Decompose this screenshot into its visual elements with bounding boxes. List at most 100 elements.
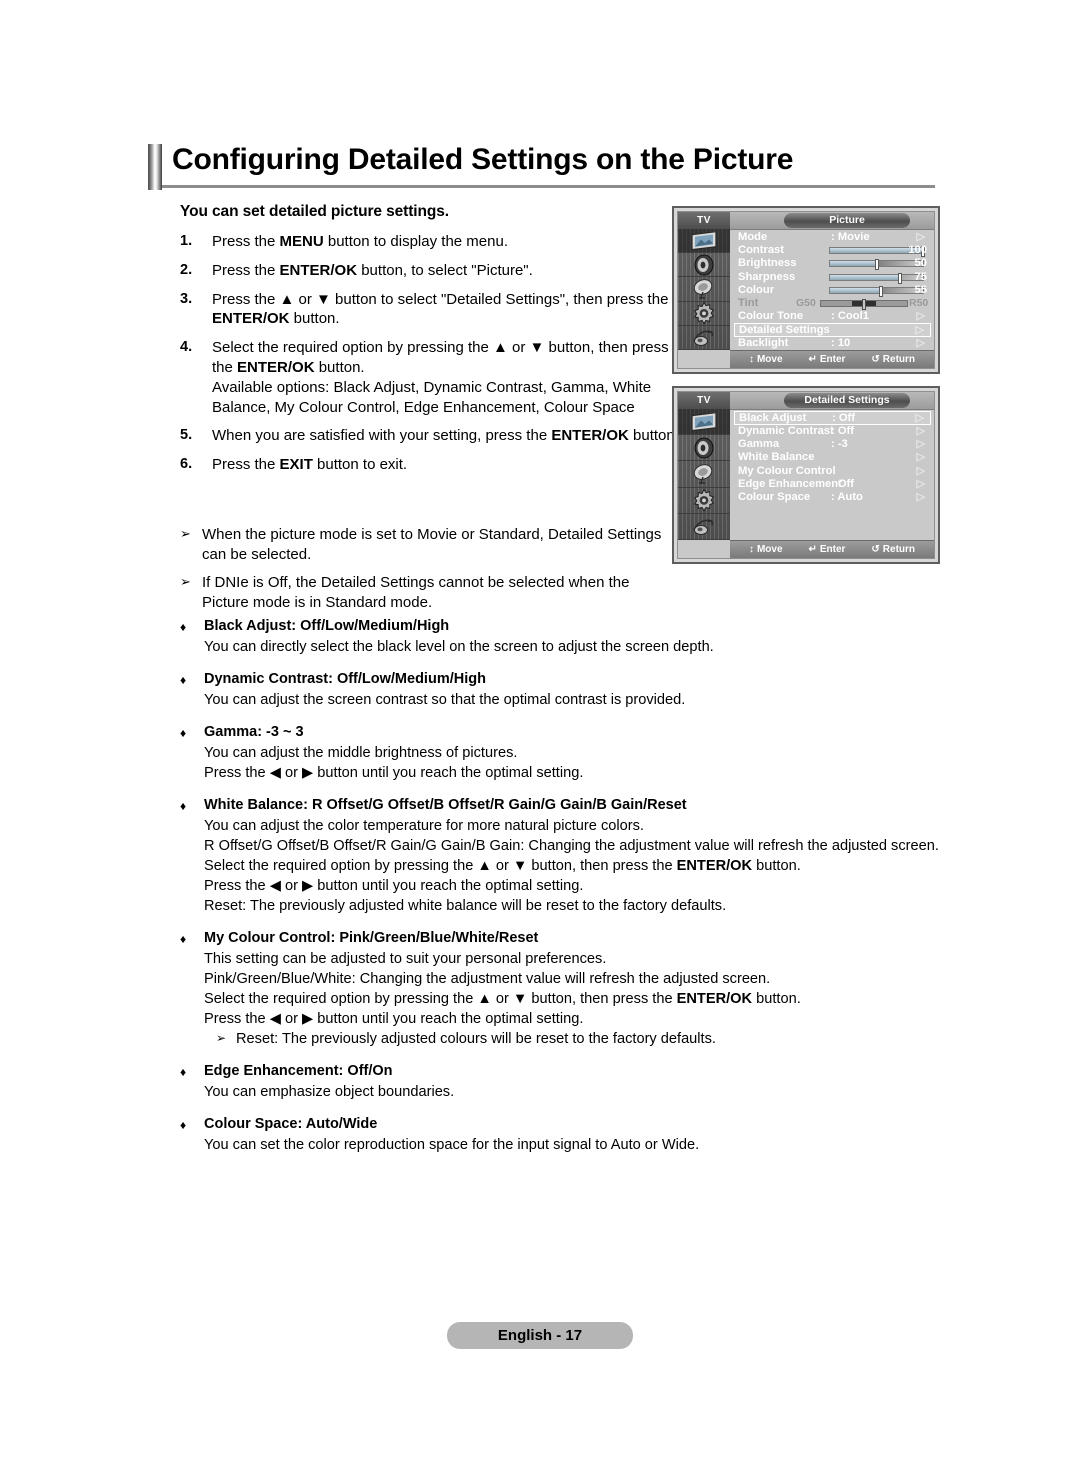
input-icon	[678, 326, 730, 350]
chevron-right-icon: ▷	[915, 324, 924, 337]
option-heading: ♦ Dynamic Contrast: Off/Low/Medium/High	[180, 671, 940, 689]
note-text: If DNIe is Off, the Detailed Settings ca…	[202, 574, 630, 611]
osd-row-label: Dynamic Contrast	[738, 425, 834, 437]
osd-menu-rows: Mode: Movie ▷ Contrast 100 Brightness 50 Sharp…	[734, 231, 931, 364]
osd-menu-row: Detailed Settings ▷	[734, 323, 931, 338]
option-block: ♦ Black Adjust: Off/Low/Medium/High You ca…	[180, 618, 940, 658]
option-heading: ♦ My Colour Control: Pink/Green/Blue/Whit…	[180, 930, 940, 948]
note-item: ➢ When the picture mode is set to Movie o…	[180, 525, 680, 564]
note-arrow-icon: ➢	[216, 1030, 227, 1045]
note-text: When the picture mode is set to Movie or…	[202, 526, 662, 563]
option-line: You can adjust the middle brightness of …	[204, 744, 518, 761]
osd-menu-row: Gamma: -3 ▷	[734, 438, 931, 451]
step-number: 3.	[180, 290, 193, 307]
option-line: R Offset/G Offset/B Offset/R Gain/G Gain…	[204, 837, 939, 854]
osd-menu-row: Contrast 100	[734, 244, 931, 258]
option-line: Pink/Green/Blue/White: Changing the adju…	[204, 970, 771, 987]
option-body: You can directly select the black level …	[204, 638, 940, 658]
option-line: You can adjust the screen contrast so th…	[204, 691, 686, 708]
option-subnote: ➢ Reset: The previously adjusted colours …	[216, 1030, 940, 1050]
osd-row-value: : 10	[831, 337, 851, 350]
osd-slider-value: 100	[908, 244, 927, 257]
intro-text: You can set detailed picture settings.	[180, 203, 449, 220]
osd-topbar: TV Detailed Settings	[678, 392, 934, 410]
osd-row-value: : Auto	[831, 490, 863, 503]
options-list: ♦ Black Adjust: Off/Low/Medium/High You ca…	[180, 618, 940, 1169]
chevron-right-icon: ▷	[916, 451, 925, 464]
return-glyph-icon: ↺	[871, 354, 880, 365]
option-heading-text: Gamma: -3 ~ 3	[204, 723, 304, 740]
step-number: 4.	[180, 339, 193, 356]
step-text: Press the MENU button to display the men…	[212, 233, 508, 250]
option-line: Press the ◀ or ▶ button until you reach …	[204, 764, 584, 781]
sound-icon	[678, 253, 730, 278]
osd-detailed-settings-screenshot: TV Detailed Settings Black Adjust: Off ▷ D…	[672, 386, 940, 564]
osd-hint-move: ↕ Move	[749, 544, 783, 555]
osd-hint-bar: ↕ Move ↵ Enter ↺ Return	[730, 540, 934, 558]
option-heading-text: Colour Space: Auto/Wide	[204, 1115, 378, 1132]
note-arrow-icon: ➢	[180, 574, 191, 589]
diamond-bullet-icon: ♦	[180, 1117, 187, 1132]
step-number: 1.	[180, 233, 193, 249]
channel-icon	[678, 461, 730, 488]
osd-picture-menu-screenshot: TV Picture Mode: Movie ▷ Contrast 100 Bright…	[672, 206, 940, 374]
option-body: You can emphasize object boundaries.	[204, 1083, 940, 1103]
osd-row-value: : Off	[831, 425, 854, 437]
option-line: You can directly select the black level …	[204, 639, 714, 655]
chevron-right-icon: ▷	[916, 231, 925, 243]
osd-slider	[829, 285, 924, 297]
osd-menu-title: Picture	[784, 213, 910, 228]
diamond-bullet-icon: ♦	[180, 798, 187, 813]
step-text: Press the ENTER/OK button, to select "Pi…	[212, 261, 533, 279]
chevron-right-icon: ▷	[915, 412, 924, 424]
step-item: 3. Press the ▲ or ▼ button to select "Det…	[180, 290, 680, 330]
osd-hint-label: Return	[882, 354, 916, 365]
option-heading: ♦ Edge Enhancement: Off/On	[180, 1063, 940, 1081]
osd-hint-label: Return	[882, 544, 916, 555]
osd-menu-row: Dynamic Contrast: Off ▷	[734, 425, 931, 438]
osd-menu-title: Detailed Settings	[784, 393, 910, 408]
step-item: 2. Press the ENTER/OK button, to select "…	[180, 261, 680, 281]
osd-menu-row: Backlight: 10 ▷	[734, 337, 931, 350]
step-text: Press the ▲ or ▼ button to select "Detai…	[212, 290, 669, 328]
option-body: You can adjust the screen contrast so th…	[204, 691, 940, 711]
osd-tv-label: TV	[678, 212, 730, 229]
diamond-bullet-icon: ♦	[180, 931, 187, 946]
osd-hint-label: Move	[756, 354, 783, 365]
title-accent-bar	[148, 144, 162, 190]
move-glyph-icon: ↕	[748, 544, 754, 555]
osd-menu-row: Brightness 50	[734, 257, 931, 271]
chevron-right-icon: ▷	[916, 477, 925, 490]
osd-hint-enter: ↵ Enter	[808, 544, 845, 555]
option-heading-text: Black Adjust: Off/Low/Medium/High	[204, 618, 450, 634]
option-body: You can adjust the color temperature for…	[204, 817, 940, 917]
chevron-right-icon: ▷	[916, 438, 925, 451]
osd-sidebar-icons	[678, 229, 730, 350]
osd-row-label: Colour	[738, 283, 775, 296]
chevron-right-icon: ▷	[916, 490, 925, 503]
option-block: ♦ My Colour Control: Pink/Green/Blue/Whit…	[180, 930, 940, 1050]
osd-slider-value: 75	[914, 270, 927, 283]
osd-row-label: Edge Enhancement	[738, 477, 842, 490]
step-number: 6.	[180, 456, 193, 473]
step-item: 1. Press the MENU button to display the m…	[180, 232, 680, 252]
return-glyph-icon: ↺	[871, 544, 880, 555]
option-heading-text: Dynamic Contrast: Off/Low/Medium/High	[204, 670, 486, 687]
osd-sidebar-icons	[678, 409, 730, 540]
picture-icon	[678, 229, 730, 254]
option-line: You can emphasize object boundaries.	[204, 1083, 455, 1100]
title-divider	[162, 185, 935, 188]
move-glyph-icon: ↕	[748, 354, 754, 365]
option-body: You can adjust the middle brightness of …	[204, 744, 940, 784]
osd-menu-row: Edge Enhancement: Off ▷	[734, 478, 931, 491]
option-body: You can set the color reproduction space…	[204, 1136, 940, 1156]
setup-icon	[678, 488, 730, 514]
osd-menu-row: My Colour Control ▷	[734, 465, 931, 478]
osd-tint-red-label: R50	[909, 296, 929, 309]
option-line: You can set the color reproduction space…	[204, 1136, 700, 1153]
osd-hint-bar: ↕ Move ↵ Enter ↺ Return	[730, 350, 934, 368]
osd-menu-row: Colour Tone: Cool1 ▷	[734, 310, 931, 323]
osd-tint-green-label: G50	[796, 296, 816, 309]
chevron-right-icon: ▷	[916, 337, 925, 350]
osd-slider-value: 55	[914, 283, 927, 296]
